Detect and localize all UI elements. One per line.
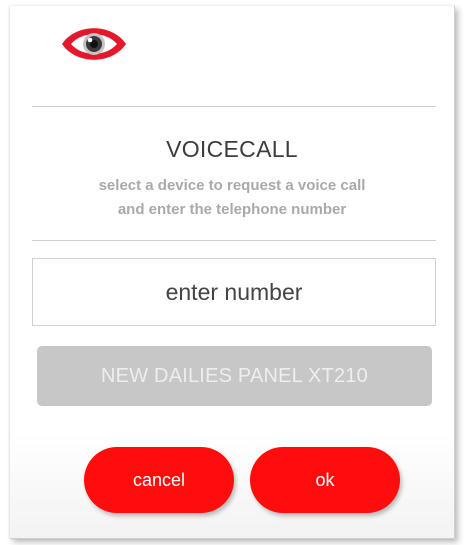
subtitle-line-2: and enter the telephone number (117, 201, 347, 218)
device-select-button[interactable]: NEW DAILIES PANEL XT210 (37, 346, 432, 406)
ok-button[interactable]: ok (250, 447, 400, 513)
content-divider (32, 240, 436, 241)
subtitle-line-1: select a device to request a voice call (98, 177, 366, 194)
phone-number-input[interactable] (32, 258, 436, 326)
eye-icon (60, 26, 128, 62)
voicecall-dialog: VOICECALL select a device to request a v… (10, 6, 455, 539)
dialog-subtitle: select a device to request a voice call … (10, 174, 454, 222)
dialog-title: VOICECALL (166, 136, 298, 162)
header-divider (32, 106, 436, 107)
cancel-button[interactable]: cancel (84, 447, 234, 513)
